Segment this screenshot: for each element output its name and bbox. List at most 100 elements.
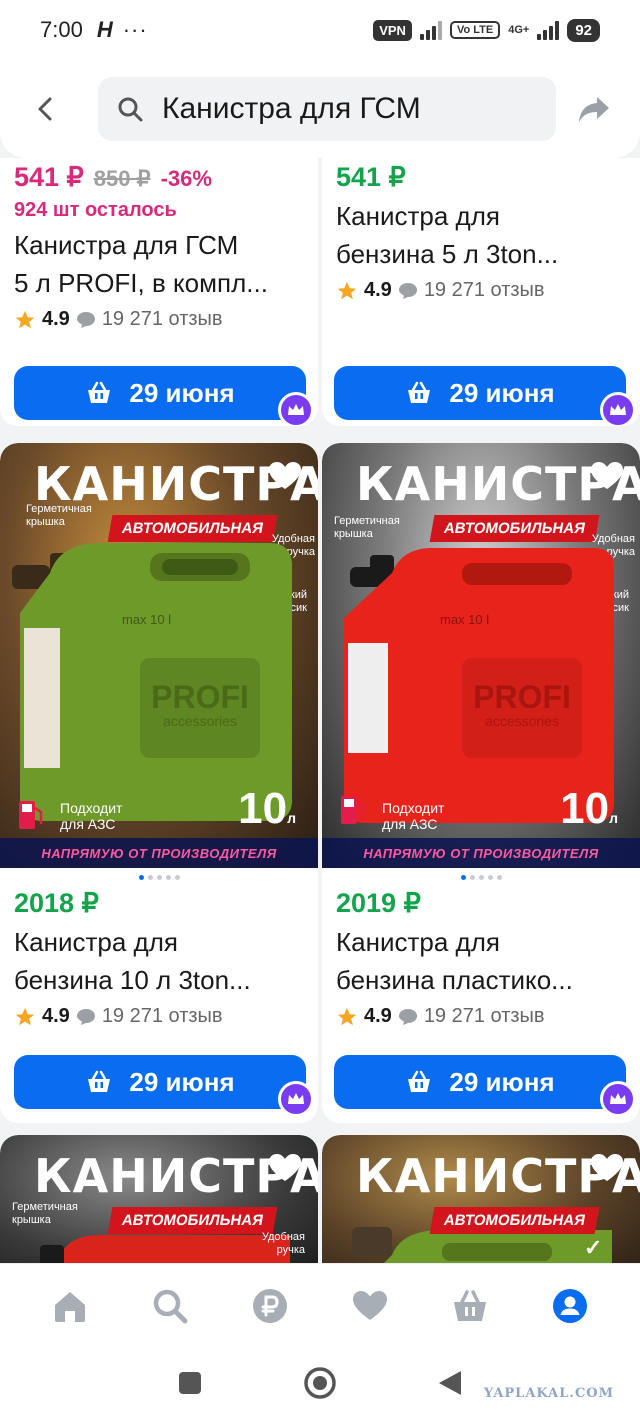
favorite-heart-icon[interactable] bbox=[268, 461, 302, 491]
product-card[interactable]: КАНИСТРА АВТОМОБИЛЬНАЯ Герметичная крышк… bbox=[0, 443, 318, 1123]
search-query: Канистра для ГСМ bbox=[162, 92, 421, 125]
volume-value: 10 bbox=[238, 784, 288, 833]
volume-value: 10 bbox=[560, 784, 610, 833]
battery-indicator: 92 bbox=[567, 18, 600, 42]
product-title[interactable]: Канистра для бензина 5 л 3ton... bbox=[336, 197, 630, 273]
watermark: YAPLAKAL.COM bbox=[483, 1386, 614, 1401]
comment-icon bbox=[76, 1008, 95, 1025]
product-image[interactable]: КАНИСТРА АВТОМОБИЛЬНАЯ Герметичная крышк… bbox=[0, 1135, 318, 1275]
status-more-icon: ··· bbox=[122, 17, 148, 42]
nav-home[interactable] bbox=[42, 1278, 98, 1334]
home-circle-icon bbox=[304, 1366, 336, 1399]
add-to-cart-button[interactable]: 29 июня bbox=[14, 366, 306, 420]
search-input[interactable]: Канистра для ГСМ bbox=[98, 77, 556, 141]
favorite-heart-icon[interactable] bbox=[590, 461, 624, 491]
back-triangle-icon bbox=[439, 1370, 461, 1395]
favorite-heart-icon[interactable] bbox=[268, 1153, 302, 1183]
image-banner: АВТОМОБИЛЬНАЯ bbox=[107, 1207, 278, 1234]
image-bottom-strip: НАПРЯМУЮ ОТ ПРОИЗВОДИТЕЛЯ bbox=[322, 838, 640, 868]
product-title-line-2: 5 л PROFI, в компл... bbox=[14, 268, 268, 298]
add-to-cart-button[interactable]: 29 июня bbox=[334, 1055, 626, 1109]
old-price: 850 ₽ bbox=[93, 166, 151, 191]
rating-row: 4.9 19 271 отзыв bbox=[14, 1005, 308, 1028]
signal-icon-2 bbox=[537, 20, 560, 40]
status-bar: 7:00 H ··· VPN Vo LTE 4G+ 92 bbox=[0, 0, 640, 60]
price: 541 ₽ bbox=[336, 162, 406, 192]
product-title[interactable]: Канистра для ГСМ 5 л PROFI, в компл... bbox=[14, 226, 308, 302]
brand-name: PROFI bbox=[151, 679, 249, 715]
nav-profile[interactable] bbox=[542, 1278, 598, 1334]
recents-icon bbox=[179, 1371, 201, 1394]
brand-logo: PROFI accessories bbox=[150, 681, 250, 729]
fuel-pump-icon bbox=[341, 796, 365, 824]
brand-sub: accessories bbox=[485, 713, 559, 729]
recents-button[interactable] bbox=[177, 1370, 203, 1401]
comment-icon bbox=[398, 282, 417, 299]
add-to-cart-button[interactable]: 29 июня bbox=[14, 1055, 306, 1109]
brand-sub: accessories bbox=[163, 713, 237, 729]
premium-badge bbox=[600, 392, 636, 426]
rating-value: 4.9 bbox=[364, 1005, 392, 1027]
rating-row: 4.9 19 271 отзыв bbox=[336, 279, 630, 302]
price: 541 ₽ bbox=[14, 162, 84, 192]
nav-payments[interactable] bbox=[242, 1278, 298, 1334]
favorite-heart-icon[interactable] bbox=[590, 1153, 624, 1183]
star-icon bbox=[15, 1007, 35, 1025]
arrow-left-icon bbox=[38, 97, 52, 121]
price-row: 2018 ₽ bbox=[14, 888, 308, 919]
basket-icon bbox=[454, 1289, 486, 1321]
crown-icon bbox=[288, 1093, 304, 1104]
product-card[interactable]: КАНИСТРА АВТОМОБИЛЬНАЯ Герметичная крышк… bbox=[0, 1135, 318, 1275]
image-note-lid: Герметичная крышка bbox=[12, 1201, 78, 1226]
product-title-line-1: Канистра для bbox=[336, 927, 500, 957]
image-volume: 10л bbox=[560, 784, 618, 834]
image-azs-note: Подходит для АЗС bbox=[60, 800, 123, 832]
brand-name: PROFI bbox=[473, 679, 571, 715]
comment-icon bbox=[398, 1008, 417, 1025]
rating-value: 4.9 bbox=[42, 1005, 70, 1027]
premium-badge bbox=[600, 1081, 636, 1117]
image-azs-note: Подходит для АЗС bbox=[382, 800, 445, 832]
product-card[interactable]: КАНИСТРА АВТОМОБИЛЬНАЯ ✓ bbox=[322, 1135, 640, 1275]
back-button[interactable] bbox=[18, 81, 74, 137]
price-row: 541 ₽ bbox=[336, 162, 630, 193]
product-image[interactable]: КАНИСТРА АВТОМОБИЛЬНАЯ ✓ bbox=[322, 1135, 640, 1275]
image-note-handle: Удобная ручка bbox=[261, 1231, 305, 1256]
home-icon bbox=[55, 1291, 85, 1322]
product-card[interactable]: КАНИСТРА АВТОМОБИЛЬНАЯ Герметичная крышк… bbox=[322, 443, 640, 1123]
product-title[interactable]: Канистра для бензина 10 л 3ton... bbox=[14, 923, 308, 999]
star-icon bbox=[15, 310, 35, 328]
rating-value: 4.9 bbox=[364, 279, 392, 301]
crown-icon bbox=[610, 404, 626, 415]
reviews-count: 19 271 отзыв bbox=[423, 1005, 545, 1027]
search-icon bbox=[118, 97, 143, 122]
brand-logo: PROFI accessories bbox=[472, 681, 572, 729]
delivery-date: 29 июня bbox=[129, 377, 235, 408]
image-volume: 10л bbox=[238, 784, 296, 834]
product-image[interactable]: КАНИСТРА АВТОМОБИЛЬНАЯ Герметичная крышк… bbox=[0, 443, 318, 868]
home-system-button[interactable] bbox=[303, 1366, 337, 1405]
system-navigation: YAPLAKAL.COM bbox=[0, 1347, 640, 1423]
back-system-button[interactable] bbox=[437, 1369, 463, 1402]
share-button[interactable] bbox=[566, 81, 622, 137]
nav-search[interactable] bbox=[142, 1278, 198, 1334]
premium-badge bbox=[278, 1081, 314, 1117]
rating-value: 4.9 bbox=[42, 308, 70, 330]
product-image[interactable]: КАНИСТРА АВТОМОБИЛЬНАЯ Герметичная крышк… bbox=[322, 443, 640, 868]
add-to-cart-button[interactable]: 29 июня bbox=[334, 366, 626, 420]
search-header: Канистра для ГСМ bbox=[0, 60, 640, 158]
product-card[interactable]: 541 ₽ 850 ₽ -36% 924 шт осталось Канистр… bbox=[0, 158, 318, 426]
screen: 7:00 H ··· VPN Vo LTE 4G+ 92 Канистра дл… bbox=[0, 0, 640, 1423]
network-type: 4G+ bbox=[508, 24, 530, 36]
price-row: 541 ₽ 850 ₽ -36% bbox=[14, 162, 308, 193]
price-row: 2019 ₽ bbox=[336, 888, 630, 919]
delivery-date: 29 июня bbox=[449, 377, 555, 408]
product-title[interactable]: Канистра для бензина пластико... bbox=[336, 923, 630, 999]
discount-badge: -36% bbox=[160, 166, 212, 191]
product-card[interactable]: 541 ₽ Канистра для бензина 5 л 3ton... 4… bbox=[322, 158, 640, 426]
reviews-count: 19 271 отзыв bbox=[423, 279, 545, 301]
nav-favorites[interactable] bbox=[342, 1278, 398, 1334]
status-indicators: VPN Vo LTE 4G+ 92 bbox=[373, 18, 600, 42]
nav-cart[interactable] bbox=[442, 1278, 498, 1334]
product-title-line-2: бензина пластико... bbox=[336, 965, 573, 995]
